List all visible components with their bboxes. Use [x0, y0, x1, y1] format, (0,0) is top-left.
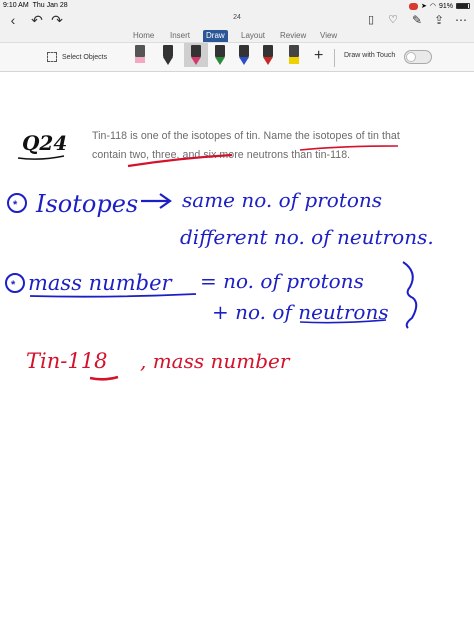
- tab-layout[interactable]: Layout: [241, 30, 265, 42]
- tab-home[interactable]: Home: [133, 30, 154, 42]
- hw-different-neutrons: different no. of neutrons.: [180, 225, 434, 249]
- wifi-icon: ◠: [429, 3, 436, 10]
- status-time: 9:10 AM: [3, 2, 29, 9]
- tab-insert[interactable]: Insert: [170, 30, 190, 42]
- label-underline: [17, 155, 65, 160]
- handwriting-layer: Q24 * Isotopes same no. of protons diffe…: [5, 131, 434, 381]
- status-time-date: 9:10 AM Thu Jan 28: [3, 2, 68, 9]
- question-label: Q24: [22, 131, 67, 155]
- hw-same-protons: same no. of protons: [182, 188, 382, 212]
- select-objects-icon: [47, 52, 57, 62]
- hw-mass-number: mass number: [28, 271, 173, 295]
- underline-two-three-six: [127, 153, 233, 168]
- page-number: 24: [233, 14, 241, 21]
- pen-icon: [191, 57, 201, 65]
- eraser-icon: [135, 57, 145, 63]
- share-icon[interactable]: ⇪: [430, 10, 448, 30]
- hw-mass-number-red: , mass number: [140, 349, 291, 373]
- recording-icon: [409, 2, 418, 10]
- select-objects-label: Select Objects: [62, 53, 108, 61]
- pen-tool-red[interactable]: [260, 43, 276, 67]
- curly-brace: [402, 261, 418, 329]
- more-icon[interactable]: ⋯: [452, 10, 470, 30]
- select-objects-button[interactable]: Select Objects: [47, 52, 107, 62]
- add-pen-button[interactable]: +: [314, 47, 323, 65]
- tab-view[interactable]: View: [320, 30, 337, 42]
- app-chrome: 9:10 AM Thu Jan 28 ➤ ◠ 91% ‹ ↶ ↷ 24 ▯ ♡ …: [0, 0, 474, 72]
- document-page[interactable]: Tin-118 is one of the isotopes of tin. N…: [0, 72, 474, 632]
- draw-ribbon: Select Objects + Draw with Touch: [0, 42, 474, 72]
- tab-review[interactable]: Review: [280, 30, 306, 42]
- pen-tool-green[interactable]: [212, 43, 228, 67]
- phone-view-icon[interactable]: ▯: [362, 10, 380, 30]
- highlighter-icon: [289, 57, 299, 64]
- pen-icon: [163, 57, 173, 65]
- status-right: ➤ ◠ 91%: [409, 2, 470, 10]
- title-row: ‹ ↶ ↷ 24 ▯ ♡ ✎ ⇪ ⋯: [0, 10, 474, 30]
- pen-icon: [215, 57, 225, 65]
- hw-tin-118: Tin-118: [26, 349, 107, 373]
- location-icon: ➤: [421, 3, 427, 10]
- lightbulb-icon[interactable]: ♡: [384, 10, 402, 30]
- battery-percent: 91%: [438, 2, 453, 10]
- bullet-star: *: [13, 199, 18, 211]
- hw-eq-protons: = no. of protons: [200, 269, 364, 293]
- pen-tool-black[interactable]: [160, 43, 176, 67]
- hw-isotopes: Isotopes: [35, 190, 138, 218]
- pen-icon: [263, 57, 273, 65]
- tab-draw[interactable]: Draw: [203, 30, 228, 42]
- bullet-star: *: [11, 279, 16, 291]
- highlighter-tool-yellow[interactable]: [286, 43, 302, 67]
- pen-icon: [239, 57, 249, 65]
- draw-with-touch-toggle[interactable]: [404, 50, 432, 64]
- edit-doc-icon[interactable]: ✎: [408, 10, 426, 30]
- draw-with-touch-label: Draw with Touch: [344, 52, 396, 59]
- toggle-knob: [406, 52, 416, 62]
- ribbon-divider: [334, 49, 335, 67]
- eraser-tool[interactable]: [132, 43, 148, 67]
- tin-118-underline: [89, 375, 119, 381]
- status-date: Thu Jan 28: [32, 2, 68, 9]
- underline-isotopes-of-tin: [299, 145, 399, 151]
- hw-plus-neutrons: + no. of neutrons: [212, 300, 389, 324]
- pen-tool-pink[interactable]: [184, 43, 208, 67]
- battery-icon: [456, 3, 470, 9]
- pen-tool-blue[interactable]: [236, 43, 252, 67]
- ribbon-tabs: Home Insert Draw Layout Review View: [0, 30, 474, 42]
